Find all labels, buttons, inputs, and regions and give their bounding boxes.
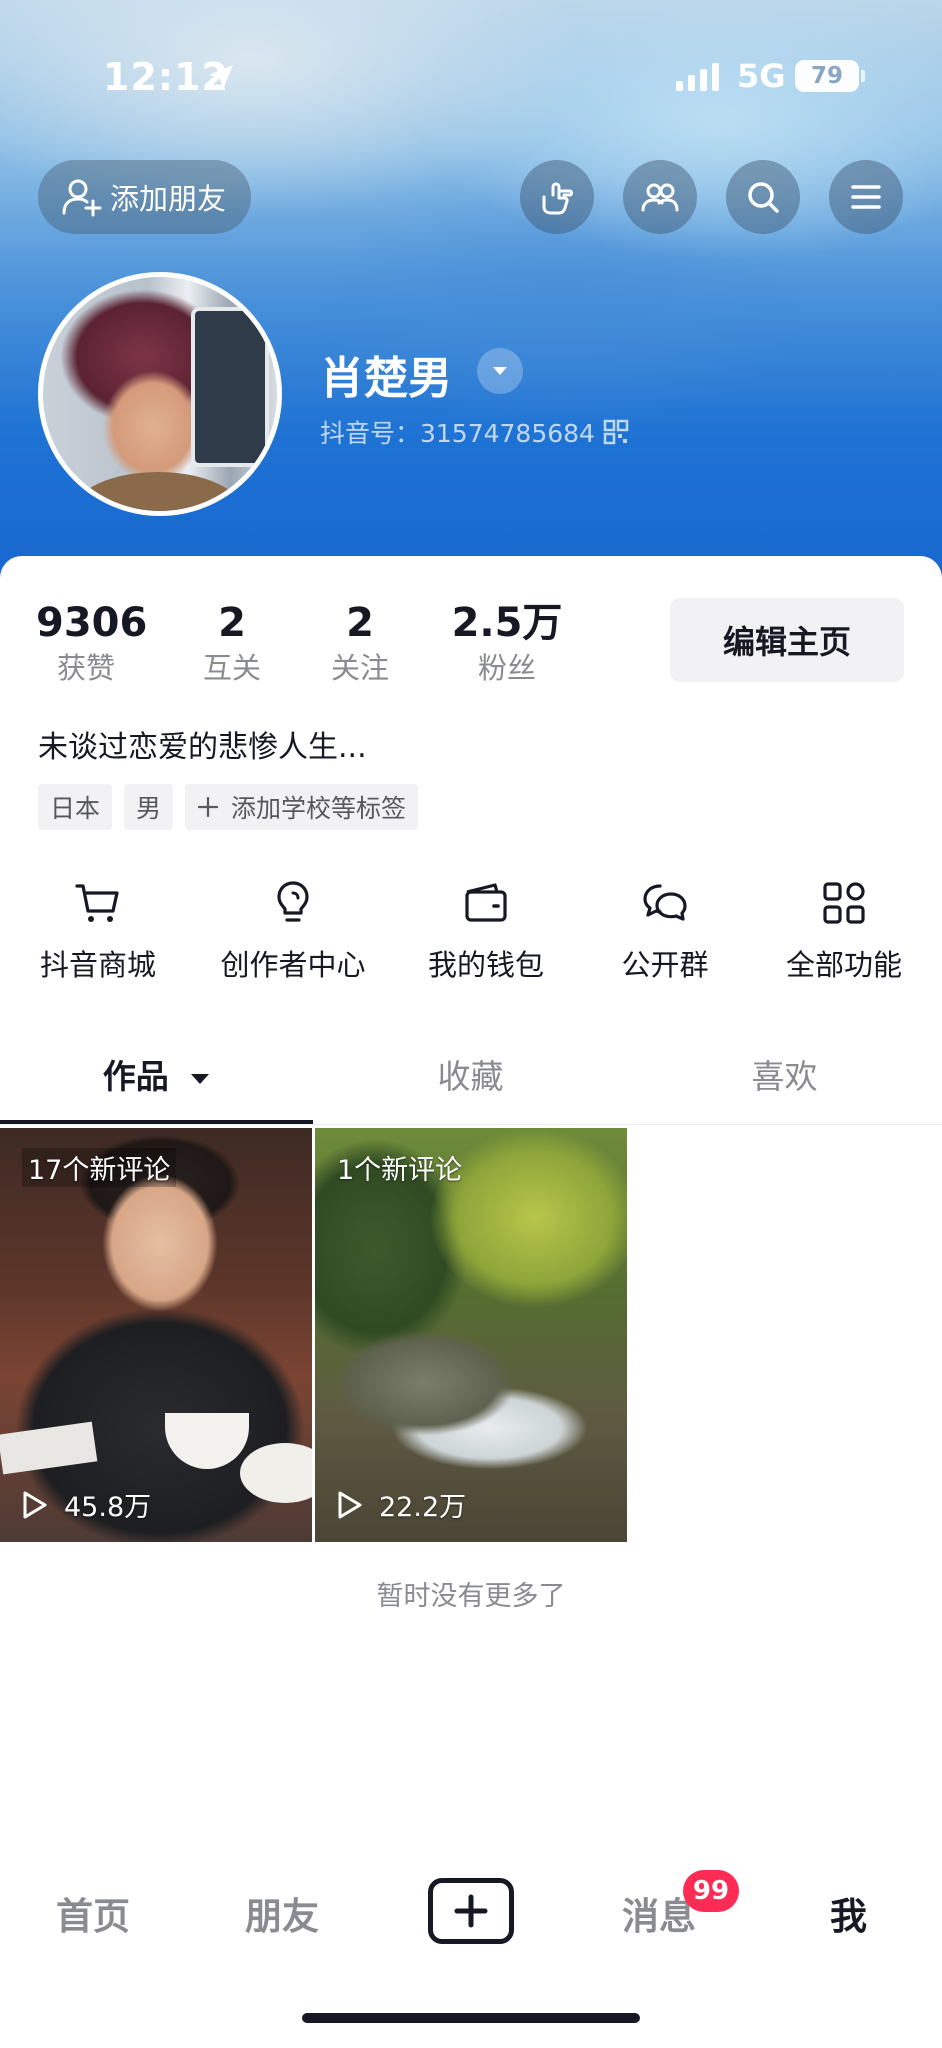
status-bar: 12:12 5G 79 xyxy=(0,55,942,99)
wallet-icon xyxy=(465,883,507,922)
stat-label: 获赞 xyxy=(56,651,115,685)
search-icon xyxy=(748,182,779,213)
tag-text: 添加学校等标签 xyxy=(231,794,407,823)
add-user-icon xyxy=(62,179,102,217)
nav-home[interactable]: 首页 xyxy=(56,1886,130,1940)
tag-text: 男 xyxy=(136,794,162,823)
add-friend-label: 添加朋友 xyxy=(110,182,227,216)
stat-label: 互关 xyxy=(202,651,261,685)
func-douyin-mall[interactable]: 抖音商城 xyxy=(36,878,160,984)
stat-likes[interactable]: 9306 获赞 xyxy=(36,600,148,690)
thumb-napkin xyxy=(0,1421,98,1475)
home-indicator xyxy=(302,2013,640,2023)
new-comments-label: 17个新评论 xyxy=(22,1148,177,1187)
grid-apps-icon xyxy=(823,882,865,924)
messages-badge: 99 xyxy=(683,1870,739,1912)
stat-label: 关注 xyxy=(330,651,389,685)
tab-label: 收藏 xyxy=(437,1057,504,1096)
plus-icon xyxy=(197,796,219,818)
stat-label: 粉丝 xyxy=(477,651,536,685)
add-tag-button[interactable]: 添加学校等标签 xyxy=(185,784,419,830)
view-count-text: 22.2万 xyxy=(379,1492,467,1523)
avatar-background-van xyxy=(191,307,269,467)
func-label: 创作者中心 xyxy=(220,948,366,982)
bulb-icon xyxy=(277,881,309,922)
add-friend-button[interactable]: 添加朋友 xyxy=(38,160,251,234)
tag-text: 日本 xyxy=(50,794,101,823)
stat-value: 9306 xyxy=(36,600,148,646)
douyin-id[interactable]: 抖音号：31574785684 xyxy=(320,414,629,450)
search-button[interactable] xyxy=(726,160,800,234)
stat-followers[interactable]: 2.5万 粉丝 xyxy=(446,600,568,690)
menu-icon xyxy=(851,185,881,209)
view-count: 22.2万 xyxy=(333,1485,466,1524)
network-type: 5G xyxy=(737,57,786,95)
menu-button[interactable] xyxy=(829,160,903,234)
douyin-id-text: 抖音号：31574785684 xyxy=(320,419,595,448)
profile-bio: 未谈过恋爱的悲惨人生... xyxy=(38,730,367,765)
username: 肖楚男 xyxy=(320,353,452,404)
tab-likes[interactable]: 喜欢 xyxy=(628,1050,941,1110)
bottom-nav: 首页 朋友 消息 99 我 xyxy=(0,1850,942,1972)
func-my-wallet[interactable]: 我的钱包 xyxy=(424,878,548,984)
tab-works[interactable]: 作品 xyxy=(0,1050,313,1110)
signal-icon xyxy=(676,63,719,91)
caret-down-icon xyxy=(191,1073,210,1084)
stat-value: 2.5万 xyxy=(451,600,563,646)
thumb-plate xyxy=(240,1443,312,1503)
edit-profile-button[interactable]: 编辑主页 xyxy=(670,598,904,682)
avatar-shirt xyxy=(73,472,243,511)
view-count-text: 45.8万 xyxy=(64,1492,152,1523)
avatar[interactable] xyxy=(38,272,282,516)
visitor-button[interactable] xyxy=(520,160,594,234)
func-creator-center[interactable]: 创作者中心 xyxy=(215,878,371,984)
stat-value: 2 xyxy=(346,600,374,646)
func-all-features[interactable]: 全部功能 xyxy=(782,878,906,984)
func-label: 抖音商城 xyxy=(39,948,156,982)
func-label: 我的钱包 xyxy=(427,948,544,982)
profile-tags: 日本 男 添加学校等标签 xyxy=(38,784,419,830)
battery-indicator: 79 xyxy=(795,60,859,92)
qr-code-icon[interactable] xyxy=(603,419,629,445)
tab-divider xyxy=(0,1124,942,1125)
func-public-group[interactable]: 公开群 xyxy=(614,878,716,984)
nav-me[interactable]: 我 xyxy=(830,1886,867,1940)
battery-tip xyxy=(861,70,865,82)
play-icon xyxy=(338,1491,362,1518)
no-more-content-text: 暂时没有更多了 xyxy=(376,1581,566,1612)
stat-value: 2 xyxy=(218,600,246,646)
tab-label: 喜欢 xyxy=(751,1057,818,1096)
cart-icon xyxy=(75,884,119,922)
nav-friends[interactable]: 朋友 xyxy=(245,1886,319,1940)
plus-icon xyxy=(454,1894,488,1928)
people-icon xyxy=(641,183,679,212)
thumb-bowl xyxy=(165,1413,249,1469)
tag-location[interactable]: 日本 xyxy=(38,784,113,830)
tab-favorites[interactable]: 收藏 xyxy=(314,1050,627,1110)
new-comments-label: 1个新评论 xyxy=(337,1155,463,1186)
hand-point-icon xyxy=(542,182,573,215)
chevron-down-icon xyxy=(493,367,507,375)
location-arrow-icon xyxy=(209,65,233,89)
video-thumbnail[interactable]: 17个新评论 45.8万 xyxy=(0,1128,312,1542)
func-label: 全部功能 xyxy=(785,948,902,982)
view-count: 45.8万 xyxy=(18,1485,151,1524)
stat-mutual[interactable]: 2 互关 xyxy=(182,600,282,690)
video-thumbnail[interactable]: 1个新评论 22.2万 xyxy=(315,1128,627,1542)
publish-button[interactable] xyxy=(428,1878,514,1944)
chat-group-icon xyxy=(643,884,687,921)
friends-button[interactable] xyxy=(623,160,697,234)
play-icon xyxy=(23,1491,47,1518)
tag-gender[interactable]: 男 xyxy=(124,784,174,830)
account-switch-button[interactable] xyxy=(477,348,523,394)
tab-label: 作品 xyxy=(102,1057,169,1096)
stat-following[interactable]: 2 关注 xyxy=(310,600,410,690)
func-label: 公开群 xyxy=(621,948,709,982)
